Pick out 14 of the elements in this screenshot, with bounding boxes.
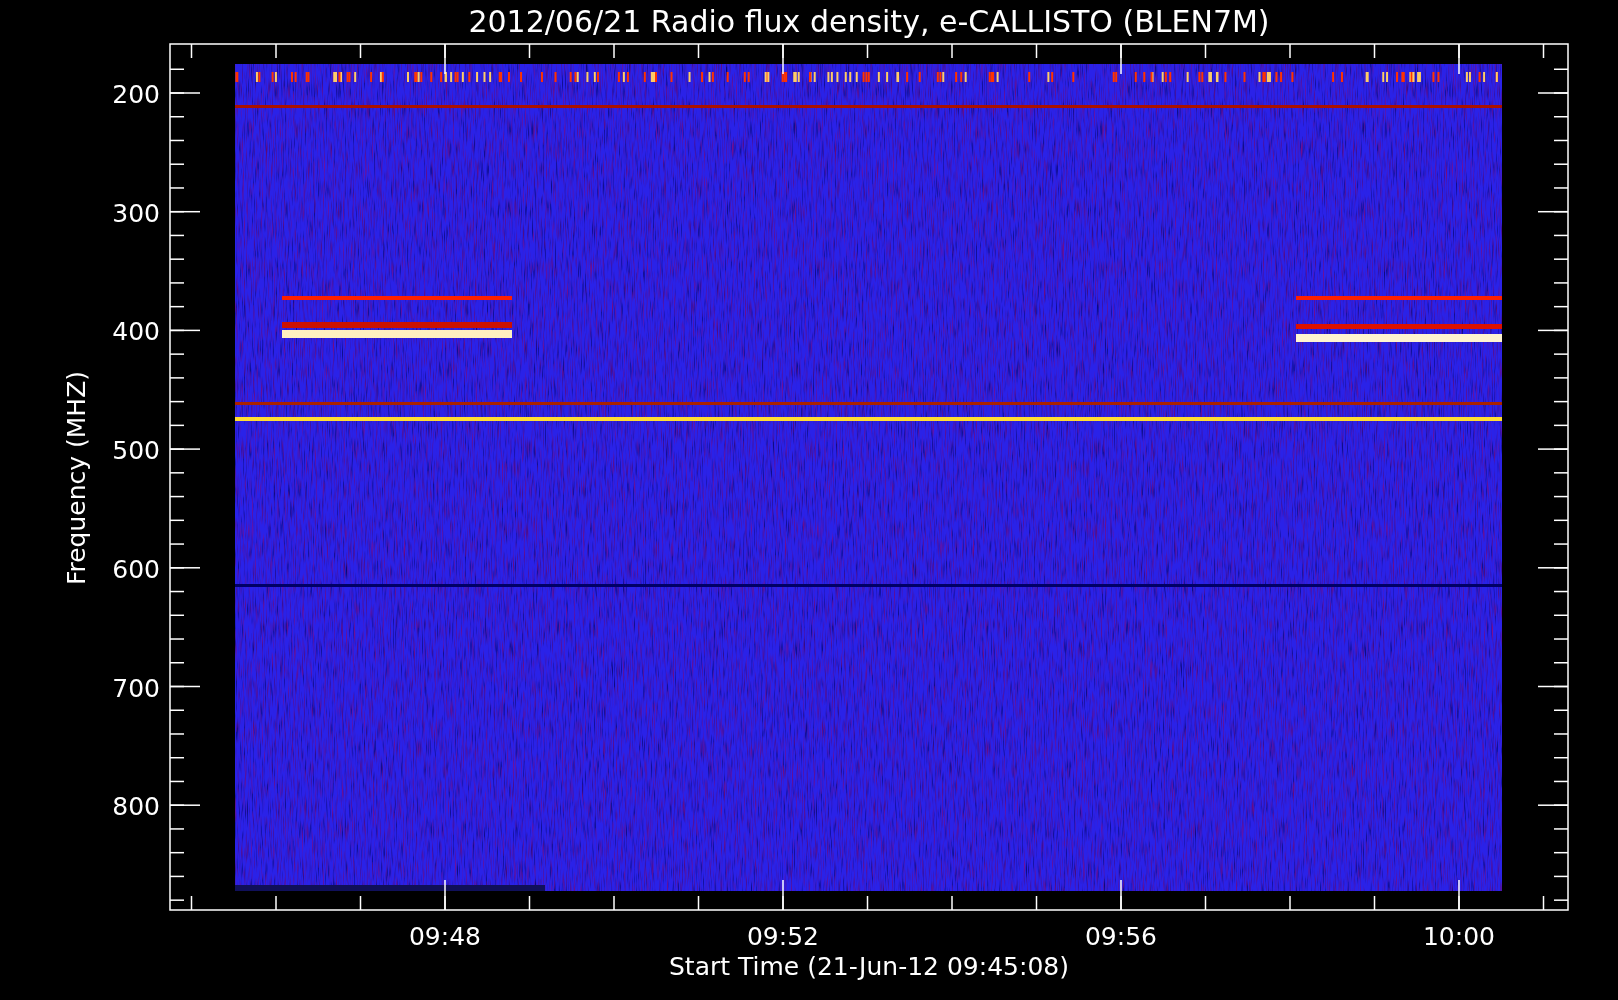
x-tick-label: 09:52 (747, 922, 819, 951)
y-tick-label: 400 (112, 317, 160, 347)
y-axis-label: Frequency (MHZ) (62, 370, 91, 586)
x-tick-label: 09:56 (1085, 922, 1157, 951)
y-tick-label: 300 (112, 198, 160, 228)
y-tick-label: 200 (112, 80, 160, 109)
x-tick-label: 09:48 (409, 922, 481, 951)
y-tick-label: 600 (112, 554, 160, 584)
plot-title: 2012/06/21 Radio flux density, e-CALLISTO (BLEN7M) (468, 4, 1270, 39)
y-tick-label: 700 (112, 673, 160, 703)
y-tick-label: 500 (112, 436, 160, 466)
x-axis-label: Start Time (21-Jun-12 09:45:08) (669, 952, 1069, 981)
y-tick-label: 800 (112, 792, 160, 822)
x-tick-label: 10:00 (1423, 922, 1495, 951)
